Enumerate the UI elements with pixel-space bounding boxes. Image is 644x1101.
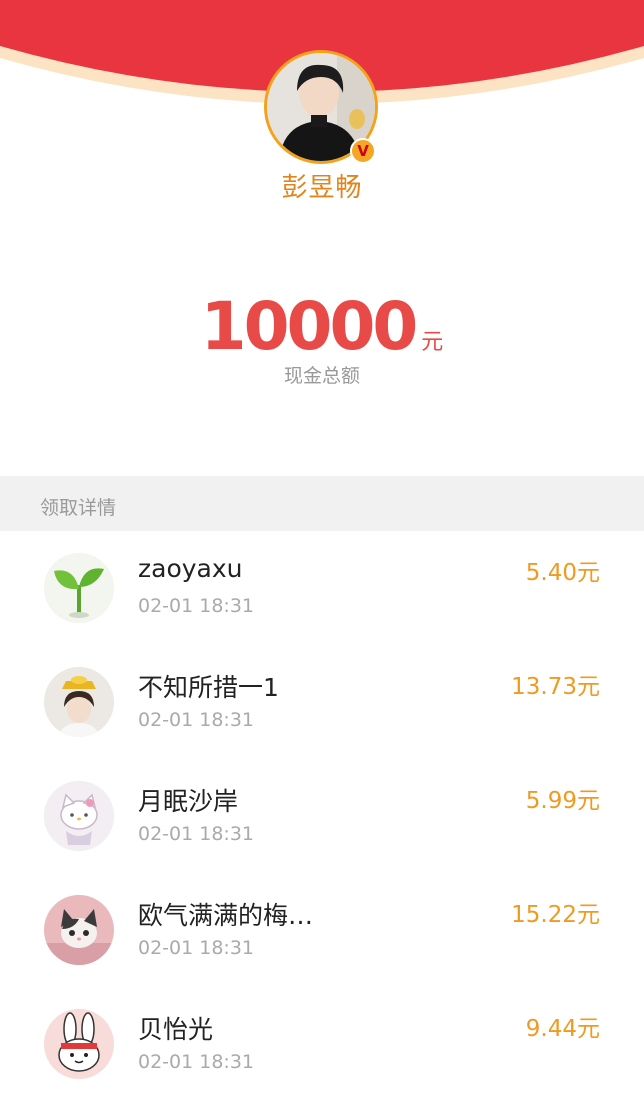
details-header: 领取详情 [0, 476, 644, 531]
list-item[interactable]: 欧气满满的梅… 02-01 18:31 15.22元 [0, 873, 644, 987]
receiver-name: 欧气满满的梅… [138, 901, 314, 930]
amount-unit: 元 [421, 330, 444, 355]
girl-gold-ingot-avatar-icon[interactable] [44, 667, 114, 737]
receive-time: 02-01 18:31 [138, 823, 255, 845]
receive-time: 02-01 18:31 [138, 709, 255, 731]
receive-time: 02-01 18:31 [138, 937, 255, 959]
sender-name: 彭昱畅 [281, 173, 363, 203]
receive-amount: 5.99元 [525, 788, 600, 814]
receiver-name: 不知所措一1 [138, 673, 279, 702]
amount-label: 现金总额 [283, 365, 360, 387]
receive-amount: 9.44元 [525, 1016, 600, 1042]
receiver-name: 贝怡光 [138, 1015, 214, 1044]
sprout-avatar-icon[interactable] [44, 553, 114, 623]
list-item[interactable]: 贝怡光 02-01 18:31 9.44元 [0, 987, 644, 1101]
receiver-list: zaoyaxu 02-01 18:31 5.40元 不知所措一1 02-01 1… [0, 531, 644, 1101]
list-item[interactable]: zaoyaxu 02-01 18:31 5.40元 [0, 531, 644, 645]
details-title: 领取详情 [40, 497, 117, 519]
receiver-name: zaoyaxu [138, 554, 243, 583]
list-item[interactable]: 不知所措一1 02-01 18:31 13.73元 [0, 645, 644, 759]
receive-amount: 13.73元 [511, 674, 600, 700]
total-amount: 10000 元 [0, 288, 644, 365]
hello-kitty-avatar-icon[interactable] [44, 781, 114, 851]
receive-time: 02-01 18:31 [138, 595, 255, 617]
receive-amount: 15.22元 [511, 902, 600, 928]
receiver-name: 月眠沙岸 [138, 787, 239, 816]
kitten-avatar-icon[interactable] [44, 895, 114, 965]
receive-time: 02-01 18:31 [138, 1051, 255, 1073]
amount-value: 10000 [200, 288, 419, 365]
receive-amount: 5.40元 [525, 560, 600, 586]
verified-v-icon: V [350, 138, 376, 164]
list-item[interactable]: 月眠沙岸 02-01 18:31 5.99元 [0, 759, 644, 873]
